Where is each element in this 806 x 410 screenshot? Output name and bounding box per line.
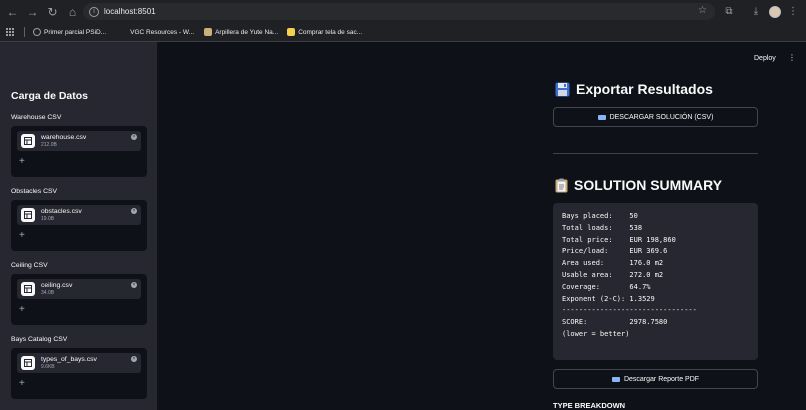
bookmark-star-icon[interactable]: ☆ [698, 5, 707, 16]
extensions-icon[interactable]: ⧉ [722, 3, 736, 20]
file-name: types_of_bays.csv [41, 355, 97, 363]
bookmark-label: Arpillera de Yute Na... [215, 28, 279, 36]
back-icon[interactable]: ← [4, 3, 21, 20]
browser-chrome: ← → ↻ ⌂ i localhost:8501 ☆ ⧉ ⤓ ⋮ Primer … [0, 0, 806, 42]
address-bar[interactable]: i localhost:8501 ☆ [83, 3, 715, 20]
add-file-icon[interactable]: + [19, 379, 25, 389]
file-uploader-bays[interactable]: types_of_bays.csv 9.6KB × + [11, 348, 147, 399]
download-csv-label: DESCARGAR SOLUCIÓN (CSV) [609, 113, 714, 121]
download-icon[interactable]: ⤓ [749, 3, 763, 20]
forward-icon[interactable]: → [24, 3, 41, 20]
uploaded-file: ceiling.csv 34.0B × [17, 279, 141, 299]
apps-grid-icon[interactable] [6, 27, 15, 37]
app-menu-icon[interactable]: ⋮ [788, 53, 796, 63]
bookmarks-bar: Primer parcial PSiD... VGC Resources - W… [0, 23, 806, 42]
download-icon [611, 376, 620, 382]
remove-file-icon[interactable]: × [131, 282, 137, 288]
file-name: obstacles.csv [41, 207, 82, 215]
file-uploader-obstacles[interactable]: obstacles.csv 19.0B × + [11, 200, 147, 251]
remove-file-icon[interactable]: × [131, 356, 137, 362]
file-table-icon [21, 282, 35, 296]
file-uploader-warehouse[interactable]: warehouse.csv 212.0B × + [11, 126, 147, 177]
bookmark-label: Comprar tela de sac... [298, 28, 363, 36]
reload-icon[interactable]: ↻ [44, 3, 61, 20]
type-breakdown-heading: TYPE BREAKDOWN [553, 401, 626, 410]
bookmark-favicon [287, 28, 296, 36]
bookmark-favicon [204, 28, 213, 36]
sidebar: Carga de Datos Warehouse CSV warehouse.c… [0, 42, 157, 410]
site-info-icon[interactable]: i [89, 6, 99, 17]
download-pdf-button[interactable]: Descargar Reporte PDF [553, 369, 758, 389]
sidebar-title: Carga de Datos [11, 90, 89, 102]
file-table-icon [21, 208, 35, 222]
globe-icon [33, 28, 41, 36]
uploaded-file: obstacles.csv 19.0B × [17, 205, 141, 225]
add-file-icon[interactable]: + [19, 157, 25, 167]
uploader-label-obstacles: Obstacles CSV [11, 188, 58, 195]
summary-title: SOLUTION SUMMARY [574, 177, 723, 193]
uploader-label-bays: Bays Catalog CSV [11, 336, 68, 343]
file-size: 34.0B [41, 289, 55, 296]
download-icon [597, 114, 606, 120]
remove-file-icon[interactable]: × [131, 208, 137, 214]
file-table-icon [21, 356, 35, 370]
address-url[interactable]: localhost:8501 [104, 7, 156, 16]
floppy-disk-icon [555, 82, 570, 97]
bookmark-label: Primer parcial PSiD... [44, 28, 107, 36]
browser-toolbar: ← → ↻ ⌂ i localhost:8501 ☆ ⧉ ⤓ ⋮ [0, 0, 806, 23]
download-csv-button[interactable]: DESCARGAR SOLUCIÓN (CSV) [553, 107, 758, 127]
uploaded-file: types_of_bays.csv 9.6KB × [17, 353, 141, 373]
deploy-button[interactable]: Deploy [754, 55, 776, 62]
bookmark-item[interactable]: Primer parcial PSiD... [33, 28, 106, 36]
uploader-label-warehouse: Warehouse CSV [11, 114, 62, 121]
add-file-icon[interactable]: + [19, 231, 25, 241]
file-table-icon [21, 134, 35, 148]
section-divider [553, 153, 758, 154]
remove-file-icon[interactable]: × [131, 134, 137, 140]
avatar[interactable] [769, 5, 781, 18]
bookmarks-separator [24, 27, 25, 37]
profile-avatar[interactable] [768, 3, 782, 20]
uploader-label-ceiling: Ceiling CSV [11, 262, 48, 269]
home-icon[interactable]: ⌂ [64, 3, 81, 20]
file-size: 19.0B [41, 215, 55, 222]
browser-menu-icon[interactable]: ⋮ [788, 3, 798, 20]
file-size: 9.6KB [41, 363, 55, 370]
file-name: ceiling.csv [41, 281, 73, 289]
export-title: Exportar Resultados [576, 81, 713, 97]
uploaded-file: warehouse.csv 212.0B × [17, 131, 141, 151]
download-pdf-label: Descargar Reporte PDF [623, 375, 700, 383]
summary-heading: SOLUTION SUMMARY [555, 177, 722, 193]
bookmark-label: VGC Resources - W... [130, 28, 195, 36]
bookmark-item[interactable]: Arpillera de Yute Na... [204, 28, 278, 36]
clipboard-icon [555, 178, 568, 193]
export-heading: Exportar Resultados [555, 81, 713, 97]
bookmark-item[interactable]: VGC Resources - W... [130, 29, 194, 36]
file-uploader-ceiling[interactable]: ceiling.csv 34.0B × + [11, 274, 147, 325]
file-name: warehouse.csv [41, 133, 87, 141]
file-size: 212.0B [41, 141, 57, 148]
add-file-icon[interactable]: + [19, 305, 25, 315]
solution-summary-code-block: Bays placed: 50 Total loads: 538 Total p… [553, 203, 758, 360]
bookmark-item[interactable]: Comprar tela de sac... [287, 28, 362, 36]
